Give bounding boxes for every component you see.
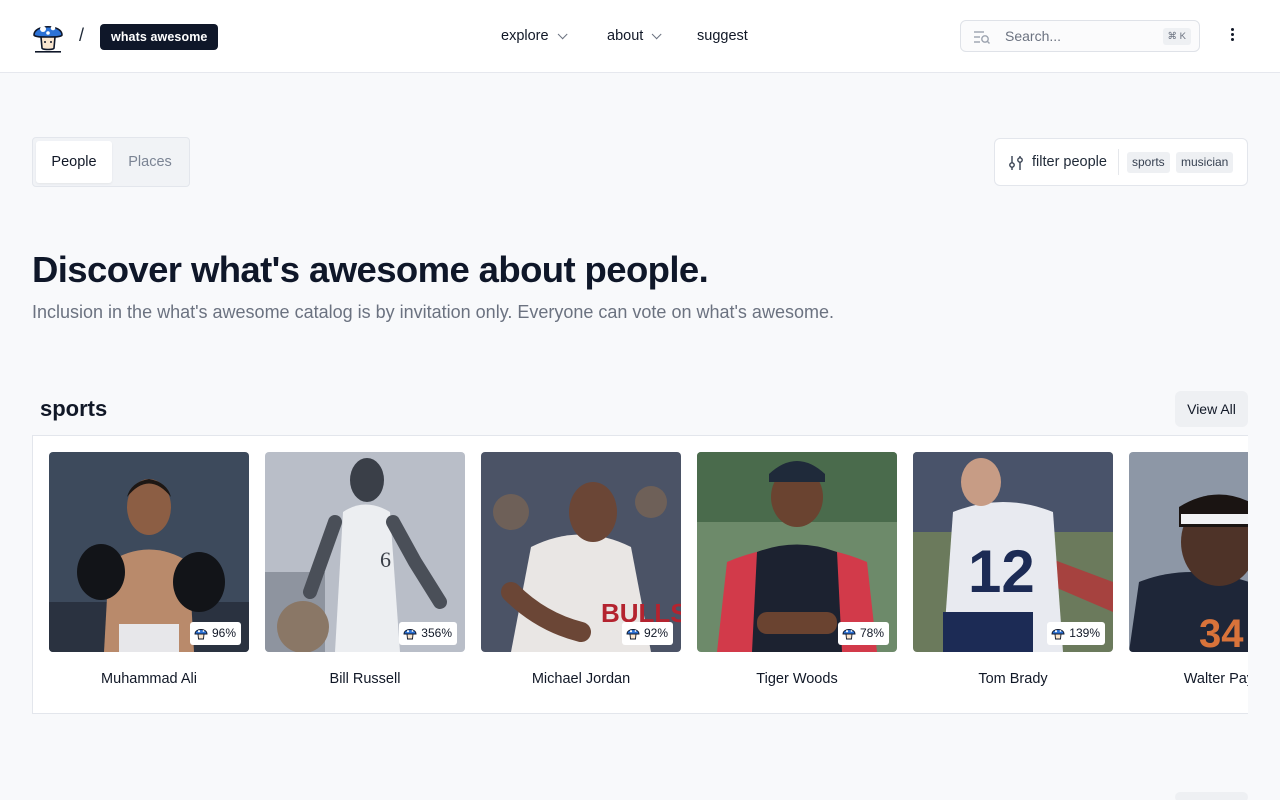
person-card[interactable]: 96% Muhammad Ali bbox=[49, 452, 249, 687]
person-card[interactable]: 78% Tiger Woods bbox=[697, 452, 897, 687]
svg-text:12: 12 bbox=[968, 538, 1035, 605]
person-card[interactable]: 12 139% Tom Brady bbox=[913, 452, 1113, 687]
page-subtitle: Inclusion in the what's awesome catalog … bbox=[32, 302, 834, 322]
nav-about-label: about bbox=[607, 28, 644, 44]
people-carousel[interactable]: 96% Muhammad Ali 6 356% Bill Russell BUL… bbox=[32, 435, 1248, 714]
brand-badge[interactable]: whats awesome bbox=[100, 24, 219, 50]
filter-divider bbox=[1118, 149, 1119, 175]
mushroom-icon bbox=[403, 628, 417, 639]
person-card[interactable]: 6 356% Bill Russell bbox=[265, 452, 465, 687]
awesome-score-badge: 356% bbox=[399, 622, 457, 645]
person-photo[interactable]: 34 bbox=[1129, 452, 1248, 652]
person-name[interactable]: Bill Russell bbox=[265, 671, 465, 687]
awesome-score-badge: 78% bbox=[837, 622, 889, 645]
awesome-score: 356% bbox=[421, 626, 452, 640]
view-all-button[interactable]: View All bbox=[1175, 391, 1248, 427]
nav-explore[interactable]: explore bbox=[501, 26, 568, 46]
sliders-icon bbox=[1009, 156, 1023, 170]
svg-text:34: 34 bbox=[1199, 612, 1244, 652]
person-photo[interactable]: 6 356% bbox=[265, 452, 465, 652]
search-shortcut-badge: ⌘ K bbox=[1162, 28, 1191, 45]
mushroom-icon bbox=[842, 628, 856, 639]
awesome-score: 92% bbox=[643, 626, 668, 640]
person-card[interactable]: 34 Walter Payton bbox=[1129, 452, 1248, 687]
nav-explore-label: explore bbox=[501, 28, 549, 44]
breadcrumb-separator: / bbox=[79, 25, 85, 45]
mushroom-icon bbox=[194, 628, 208, 639]
mushroom-icon bbox=[1051, 628, 1065, 639]
more-vertical-icon[interactable] bbox=[1224, 26, 1240, 46]
mushroom-logo-icon[interactable] bbox=[32, 19, 64, 53]
nav-suggest-label: suggest bbox=[697, 28, 748, 44]
nav-suggest[interactable]: suggest bbox=[697, 26, 748, 46]
svg-text:6: 6 bbox=[380, 547, 391, 572]
search-list-icon bbox=[974, 31, 990, 44]
search-input[interactable]: Search... ⌘ K bbox=[960, 20, 1200, 52]
top-navigation-bar: / whats awesome explore about suggest Se… bbox=[0, 0, 1280, 73]
search-placeholder: Search... bbox=[1005, 28, 1062, 44]
section-title: sports bbox=[40, 396, 108, 421]
awesome-score: 96% bbox=[211, 626, 236, 640]
person-photo[interactable]: BULLS 92% bbox=[481, 452, 681, 652]
nav-about[interactable]: about bbox=[607, 26, 662, 46]
person-name[interactable]: Walter Payton bbox=[1129, 671, 1248, 687]
tab-people[interactable]: People bbox=[36, 141, 112, 183]
person-photo[interactable]: 78% bbox=[697, 452, 897, 652]
awesome-score: 78% bbox=[859, 626, 884, 640]
filter-chip-sports[interactable]: sports bbox=[1127, 152, 1170, 173]
awesome-score: 139% bbox=[1069, 626, 1100, 640]
person-name[interactable]: Muhammad Ali bbox=[49, 671, 249, 687]
next-section-view-all-button[interactable] bbox=[1175, 792, 1248, 800]
chevron-down-icon bbox=[651, 28, 662, 39]
page-title: Discover what's awesome about people. bbox=[32, 249, 709, 290]
awesome-score-badge: 92% bbox=[621, 622, 673, 645]
awesome-score-badge: 139% bbox=[1047, 622, 1105, 645]
person-name[interactable]: Tiger Woods bbox=[697, 671, 897, 687]
category-tabs: People Places bbox=[32, 137, 190, 187]
person-name[interactable]: Michael Jordan bbox=[481, 671, 681, 687]
person-card[interactable]: BULLS 92% Michael Jordan bbox=[481, 452, 681, 687]
person-photo[interactable]: 96% bbox=[49, 452, 249, 652]
person-name[interactable]: Tom Brady bbox=[913, 671, 1113, 687]
awesome-score-badge: 96% bbox=[189, 622, 241, 645]
filter-chip-musician[interactable]: musician bbox=[1176, 152, 1234, 173]
chevron-down-icon bbox=[557, 28, 568, 39]
person-photo[interactable]: 12 139% bbox=[913, 452, 1113, 652]
filter-people-button[interactable]: filter people sports musician bbox=[994, 138, 1248, 186]
filter-label: filter people bbox=[1032, 154, 1107, 170]
tab-places[interactable]: Places bbox=[115, 141, 185, 183]
mushroom-icon bbox=[626, 628, 640, 639]
